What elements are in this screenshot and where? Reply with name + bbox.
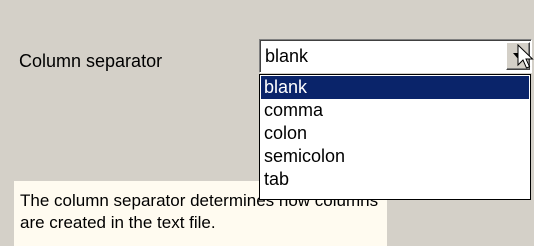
option-blank[interactable]: blank xyxy=(261,76,529,99)
mouse-pointer-icon xyxy=(517,44,534,69)
dropdown-list[interactable]: blank comma colon semicolon tab xyxy=(259,74,531,200)
column-separator-label: Column separator xyxy=(19,51,163,71)
option-colon[interactable]: colon xyxy=(261,122,529,145)
option-comma[interactable]: comma xyxy=(261,99,529,122)
option-semicolon[interactable]: semicolon xyxy=(261,145,529,168)
selected-value: blank xyxy=(265,46,309,66)
option-tab[interactable]: tab xyxy=(261,168,529,191)
column-separator-select[interactable]: blank xyxy=(259,39,532,73)
